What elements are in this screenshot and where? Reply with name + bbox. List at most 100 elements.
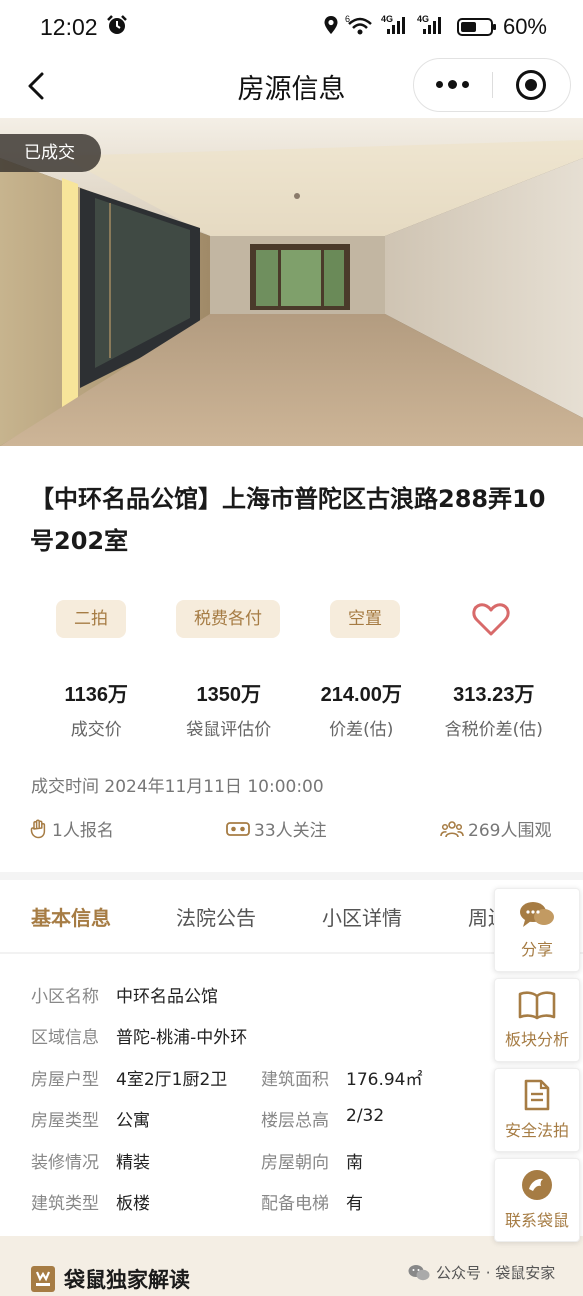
info-value: 4室2厅1厨2卫 [116, 1070, 228, 1090]
network-type-label: 4G [381, 14, 393, 24]
info-row: 房屋户型 4室2厅1厨2卫 建筑面积 176.94㎡ [31, 1065, 491, 1090]
info-building-type: 建筑类型 板楼 [31, 1189, 261, 1214]
info-row: 装修情况 精装 房屋朝向 南 [31, 1148, 491, 1173]
contact-kangaroo-label: 联系袋鼠 [504, 1211, 569, 1230]
info-value: 有 [346, 1194, 363, 1214]
sector-analysis-label: 板块分析 [504, 1030, 569, 1049]
stat-label: 袋鼠评估价 [186, 720, 272, 740]
vr-headset-icon [226, 821, 250, 836]
safe-auction-label: 安全法拍 [504, 1121, 569, 1140]
wifi-icon: 6 [345, 14, 375, 41]
stat-price-gap: 214.00万 价差(估) [295, 678, 428, 740]
engagement-stats: 1人报名 33人关注 269人围观 [30, 816, 580, 841]
stat-label: 价差(估) [329, 720, 394, 740]
info-label: 小区名称 [31, 987, 99, 1007]
tab-court-notice[interactable]: 法院公告 [176, 902, 256, 931]
info-row: 小区名称 中环名品公馆 [31, 982, 491, 1007]
section-divider [0, 872, 583, 880]
share-button[interactable]: 分享 [494, 888, 580, 972]
share-button-label: 分享 [520, 940, 553, 959]
info-label: 区域信息 [31, 1028, 99, 1048]
page-title: 房源信息 [237, 73, 346, 105]
info-value: 中环名品公馆 [116, 987, 218, 1007]
info-value: 南 [346, 1153, 363, 1173]
status-bar: 12:02 6 4G 4G 60% [0, 0, 583, 54]
tag-list: 二拍 税费各付 空置 [56, 600, 400, 638]
info-label: 房屋户型 [31, 1070, 99, 1090]
sold-status-badge: 已成交 [0, 134, 101, 172]
favorite-heart-icon[interactable] [471, 600, 511, 638]
info-value: 公寓 [116, 1111, 150, 1131]
stat-deal-price: 1136万 成交价 [30, 678, 163, 740]
property-photo[interactable]: 已成交 [0, 118, 583, 446]
deal-time: 成交时间 2024年11月11日 10:00:00 [31, 777, 324, 797]
info-row: 建筑类型 板楼 配备电梯 有 [31, 1189, 491, 1214]
stat-label: 含税价差(估) [444, 720, 543, 740]
tag-tax-arrangement: 税费各付 [176, 600, 280, 638]
cell-signal-icon: 4G [381, 14, 411, 41]
battery-percentage: 60% [502, 14, 547, 39]
info-value: 176.94㎡ [346, 1070, 423, 1090]
status-icons: 6 4G 4G 60% [323, 14, 547, 41]
follower-count: 33人关注 [226, 816, 440, 841]
stat-label: 成交价 [70, 720, 122, 740]
sector-analysis-button[interactable]: 板块分析 [494, 978, 580, 1062]
location-icon [323, 15, 339, 40]
contact-kangaroo-button[interactable]: 联系袋鼠 [494, 1158, 580, 1242]
battery-icon [456, 18, 496, 36]
back-arrow-icon[interactable] [22, 70, 52, 102]
raised-hand-icon [30, 819, 46, 838]
chat-bubbles-icon [520, 902, 554, 927]
info-label: 配备电梯 [261, 1194, 329, 1214]
tab-community-details[interactable]: 小区详情 [322, 902, 402, 931]
info-decoration: 装修情况 精装 [31, 1148, 261, 1173]
watermark-text: 公众号 · 袋鼠安家 [436, 1264, 556, 1282]
viewer-count: 269人围观 [440, 816, 551, 841]
registered-count-text: 1人报名 [52, 821, 114, 841]
exclusive-analysis-title: 袋鼠独家解读 [30, 1264, 190, 1294]
group-icon [440, 820, 464, 837]
alarm-clock-icon [106, 14, 128, 41]
open-book-icon [518, 991, 556, 1020]
document-icon [524, 1079, 550, 1111]
info-label: 楼层总高 [261, 1111, 329, 1131]
network-type-label-2: 4G [417, 14, 429, 24]
info-orientation: 房屋朝向 南 [261, 1148, 491, 1173]
info-value: 2/32 [346, 1106, 385, 1126]
info-elevator: 配备电梯 有 [261, 1189, 491, 1214]
follower-count-text: 33人关注 [254, 821, 327, 841]
tag-occupancy: 空置 [330, 600, 400, 638]
info-label: 房屋类型 [31, 1111, 99, 1131]
info-label: 建筑面积 [261, 1070, 329, 1090]
mini-program-capsule [413, 58, 571, 112]
info-region: 区域信息 普陀-桃浦-中外环 [31, 1023, 431, 1048]
kangaroo-badge-icon [31, 1266, 55, 1292]
info-label: 建筑类型 [31, 1194, 99, 1214]
info-floor: 楼层总高 2/32 [261, 1106, 491, 1131]
tab-basic-info[interactable]: 基本信息 [31, 902, 111, 931]
more-options-icon[interactable] [414, 80, 492, 89]
info-row: 区域信息 普陀-桃浦-中外环 [31, 1023, 491, 1048]
wechat-watermark: 公众号 · 袋鼠安家 [408, 1262, 555, 1283]
info-floor-area: 建筑面积 176.94㎡ [261, 1065, 491, 1090]
info-label: 装修情况 [31, 1153, 99, 1173]
cell-signal-icon-2: 4G [417, 14, 447, 41]
safe-auction-button[interactable]: 安全法拍 [494, 1068, 580, 1152]
close-mini-program-icon[interactable] [493, 70, 571, 100]
info-value: 精装 [116, 1153, 150, 1173]
info-value: 普陀-桃浦-中外环 [116, 1028, 248, 1048]
info-community-name: 小区名称 中环名品公馆 [31, 982, 431, 1007]
listing-title: 【中环名品公馆】上海市普陀区古浪路288弄10号202室 [30, 485, 546, 555]
stat-value: 1350万 [196, 684, 262, 706]
viewer-count-text: 269人围观 [468, 821, 552, 841]
kangaroo-logo-icon [522, 1170, 552, 1200]
stat-value: 1136万 [64, 684, 128, 706]
stat-appraisal-price: 1350万 袋鼠评估价 [163, 678, 296, 740]
registered-count: 1人报名 [30, 816, 226, 841]
stat-value: 313.23万 [453, 684, 535, 706]
info-house-type: 房屋类型 公寓 [31, 1106, 261, 1131]
navigation-bar: 房源信息 [0, 54, 583, 118]
exclusive-title-text: 袋鼠独家解读 [64, 1268, 190, 1292]
info-layout: 房屋户型 4室2厅1厨2卫 [31, 1065, 261, 1090]
stat-value: 214.00万 [320, 684, 402, 706]
